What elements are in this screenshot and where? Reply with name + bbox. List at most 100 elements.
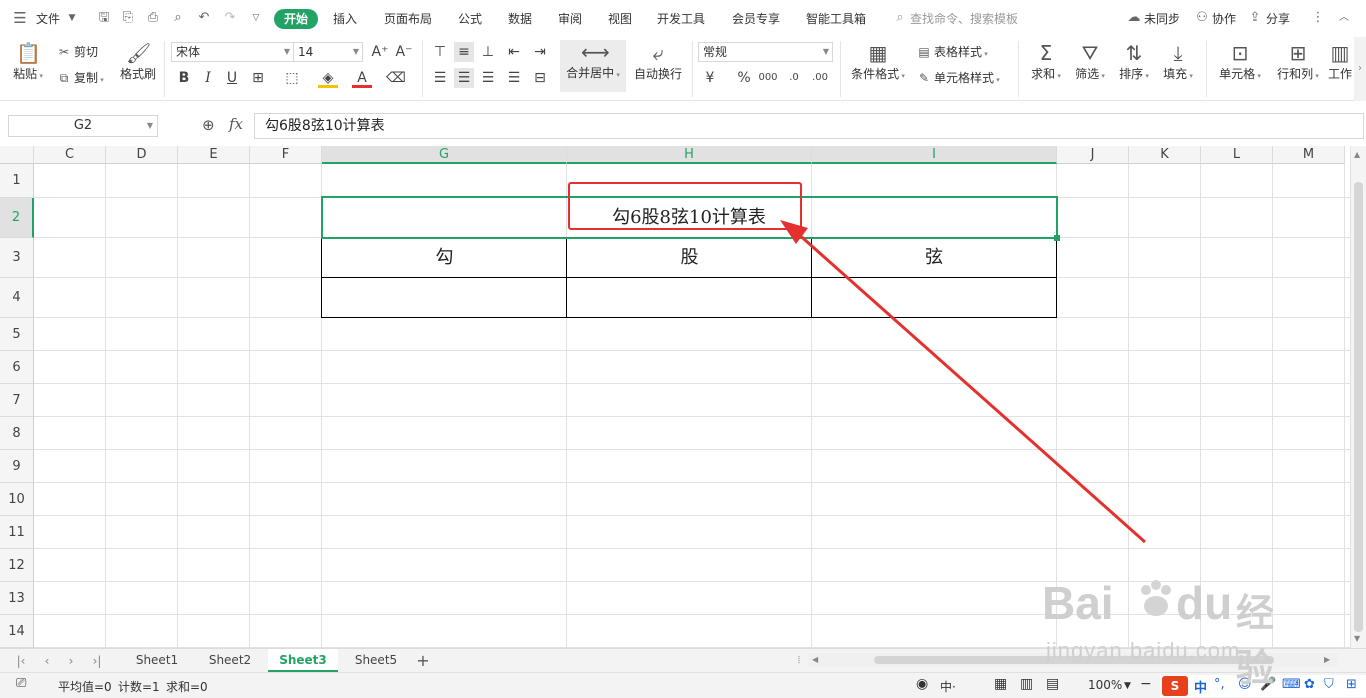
file-menu[interactable]: 文件 (36, 9, 60, 29)
row-header-9[interactable]: 9 (0, 450, 34, 483)
fill-handle[interactable] (1054, 235, 1060, 241)
increase-indent-icon[interactable]: ⇥ (530, 42, 550, 62)
normal-view-icon[interactable]: ▦ (994, 676, 1007, 692)
toolbox-icon[interactable]: ⊞ (1346, 677, 1357, 692)
row-header-11[interactable]: 11 (0, 516, 34, 549)
number-format-select[interactable]: 常规 ▼ (698, 42, 833, 62)
chevron-down-icon[interactable]: ▼ (1124, 681, 1131, 691)
scroll-left-icon[interactable]: ◀ (812, 653, 818, 667)
fill-pattern-icon[interactable]: ⬚ (282, 68, 302, 88)
column-header-f[interactable]: F (250, 146, 322, 164)
tab-formulas[interactable]: 公式 (458, 9, 482, 29)
column-header-h[interactable]: H (567, 146, 812, 164)
align-middle-icon[interactable]: ≡ (454, 42, 474, 62)
header-cell-gu[interactable]: 股 (567, 238, 812, 278)
split-handle-icon[interactable]: ⦙ (790, 652, 808, 670)
more-options-icon[interactable]: ⋮ (1310, 10, 1326, 26)
ribbon-scroll-right-icon[interactable]: › (1354, 37, 1366, 101)
align-right-icon[interactable]: ☰ (478, 68, 498, 88)
value-cell-gou[interactable] (322, 278, 567, 318)
tshirt-icon[interactable]: ⛉ (1324, 677, 1334, 692)
increase-font-icon[interactable]: A⁺ (370, 42, 390, 62)
paste-button[interactable]: 📋 粘贴 ▾ (10, 41, 46, 82)
row-header-2[interactable]: 2 (0, 198, 34, 238)
collaborate-button[interactable]: 协作 (1212, 9, 1236, 29)
print-preview-icon[interactable]: ⌕ (170, 10, 186, 26)
thousands-separator-icon[interactable]: 000 (758, 68, 778, 88)
tab-page-layout[interactable]: 页面布局 (384, 9, 432, 29)
vertical-scroll-thumb[interactable] (1354, 182, 1363, 632)
rows-cols-button[interactable]: ⊞ 行和列 ▾ (1272, 41, 1324, 82)
conditional-format-button[interactable]: ▦ 条件格式 ▾ (848, 41, 908, 82)
share-button[interactable]: 分享 (1266, 9, 1290, 29)
value-cell-gu[interactable] (567, 278, 812, 318)
add-sheet-icon[interactable]: + (414, 652, 432, 670)
decrease-font-icon[interactable]: A⁻ (394, 42, 414, 62)
cells-button[interactable]: ⊡ 单元格 ▾ (1214, 41, 1266, 82)
sheet-tab-sheet3[interactable]: Sheet3 (268, 649, 338, 672)
punctuation-icon[interactable]: °, (1214, 677, 1225, 692)
page-break-view-icon[interactable]: ▤ (1046, 676, 1059, 692)
undo-icon[interactable]: ↶ (196, 10, 212, 26)
collapse-ribbon-icon[interactable]: ︿ (1336, 10, 1352, 26)
row-header-14[interactable]: 14 (0, 615, 34, 648)
tab-data[interactable]: 数据 (508, 9, 532, 29)
fill-color-icon[interactable]: ◈ (318, 68, 338, 88)
column-header-d[interactable]: D (106, 146, 178, 164)
tab-developer[interactable]: 开发工具 (657, 9, 705, 29)
tab-review[interactable]: 审阅 (558, 9, 582, 29)
macro-record-icon[interactable]: ⎚ (16, 676, 26, 691)
distribute-icon[interactable]: ⊟ (530, 68, 550, 88)
align-top-icon[interactable]: ⊤ (430, 42, 450, 62)
header-cell-xian[interactable]: 弦 (812, 238, 1056, 278)
fill-button[interactable]: ⤓ 填充 ▾ (1158, 41, 1198, 82)
column-header-m[interactable]: M (1273, 146, 1345, 164)
column-header-c[interactable]: C (34, 146, 106, 164)
redo-icon[interactable]: ↷ (222, 10, 238, 26)
scroll-down-icon[interactable]: ▼ (1354, 634, 1360, 643)
increase-decimal-icon[interactable]: .0 (784, 68, 804, 88)
row-header-1[interactable]: 1 (0, 164, 34, 198)
bold-icon[interactable]: B (174, 68, 194, 88)
sum-button[interactable]: Σ 求和 ▾ (1026, 41, 1066, 82)
row-header-13[interactable]: 13 (0, 582, 34, 615)
sheet-tab-sheet5[interactable]: Sheet5 (344, 649, 408, 672)
border-icon[interactable]: ⊞ (248, 68, 268, 88)
first-sheet-icon[interactable]: |‹ (12, 652, 30, 670)
sheet-tab-sheet1[interactable]: Sheet1 (124, 649, 190, 672)
next-sheet-icon[interactable]: › (62, 652, 80, 670)
row-header-6[interactable]: 6 (0, 351, 34, 384)
filter-button[interactable]: ⛛ 筛选 ▾ (1070, 41, 1110, 82)
format-painter-button[interactable]: 🖌 格式刷 (118, 41, 158, 82)
justify-icon[interactable]: ☰ (504, 68, 524, 88)
column-header-e[interactable]: E (178, 146, 250, 164)
row-header-4[interactable]: 4 (0, 278, 34, 318)
copy-button[interactable]: ⧉ 复制 ▾ (56, 68, 104, 88)
input-method-label[interactable]: 中· (940, 678, 956, 695)
column-header-i[interactable]: I (812, 146, 1057, 164)
vertical-scrollbar[interactable]: ▲ ▼ (1350, 146, 1366, 648)
clear-format-icon[interactable]: ⌫ (386, 68, 406, 88)
select-all-corner[interactable] (0, 146, 34, 164)
zoom-formula-icon[interactable]: ⊕ (202, 116, 215, 134)
wrap-text-button[interactable]: ⤶ 自动换行 (630, 41, 686, 82)
command-search-input[interactable]: 查找命令、搜索模板 (910, 9, 1018, 29)
tab-insert[interactable]: 插入 (333, 9, 357, 29)
align-bottom-icon[interactable]: ⊥ (478, 42, 498, 62)
tab-home[interactable]: 开始 (274, 9, 319, 29)
unsync-button[interactable]: 未同步 (1144, 9, 1180, 29)
function-icon[interactable]: fx (229, 115, 243, 133)
chevron-down-icon[interactable]: ▼ (64, 10, 80, 26)
scroll-up-icon[interactable]: ▲ (1354, 150, 1360, 159)
row-header-5[interactable]: 5 (0, 318, 34, 351)
eye-protection-icon[interactable]: ◉ (916, 676, 928, 692)
font-size-select[interactable]: 14 ▼ (293, 42, 363, 62)
tab-view[interactable]: 视图 (608, 9, 632, 29)
print-icon[interactable]: ⎙ (145, 10, 161, 26)
scroll-right-icon[interactable]: ▶ (1324, 653, 1330, 667)
tab-member[interactable]: 会员专享 (732, 9, 780, 29)
prev-sheet-icon[interactable]: ‹ (38, 652, 56, 670)
decrease-decimal-icon[interactable]: .00 (810, 68, 830, 88)
sogou-ime-icon[interactable]: S (1162, 676, 1188, 696)
name-box[interactable]: G2 ▼ (8, 115, 158, 137)
